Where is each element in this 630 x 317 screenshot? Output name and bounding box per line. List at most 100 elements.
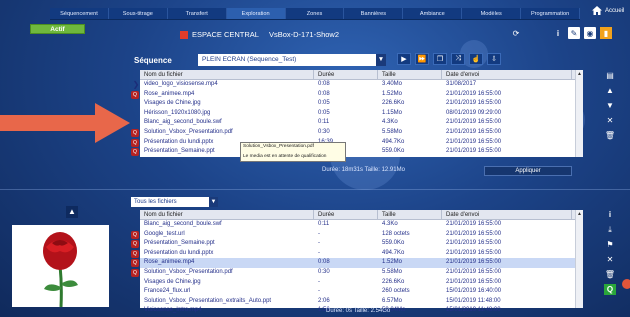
table-row[interactable]: Q Présentation du lundi.pptx - 494.7Ko 21/01… <box>131 249 583 259</box>
cell-date: 31/08/2017 <box>446 81 477 87</box>
pointer-icon[interactable]: ☝ <box>469 53 483 65</box>
camera-icon[interactable]: ◉ <box>584 27 596 39</box>
pending-qualification-icon: Q <box>131 138 139 147</box>
tooltip-filename: Solution_Vsbox_Presentation.pdf <box>243 144 314 149</box>
pointer-arrow-icon <box>0 103 130 143</box>
cell-size: 1.52Mo <box>382 90 403 97</box>
table-row[interactable]: Q Google_test.url - 128 octets 21/01/2019 16… <box>131 230 583 240</box>
edit-icon[interactable]: ✎ <box>568 27 580 39</box>
table-row[interactable]: Blanc_aig_second_boule.swf 0:11 4.3Ko 21/01… <box>140 118 583 128</box>
pending-qualification-icon: Q <box>131 230 139 239</box>
cell-name: Visages de Chine.jpg <box>144 100 201 107</box>
cell-duration: - <box>318 240 320 247</box>
trash-icon[interactable]: 🗑 <box>604 269 616 280</box>
cell-name: Hérisson_1920x1080.jpg <box>144 109 211 116</box>
tab-0[interactable]: Séquencement <box>50 8 109 19</box>
cell-size: 226.6Ko <box>382 278 405 285</box>
tab-3[interactable]: Exploration <box>226 8 286 19</box>
section-divider <box>0 189 630 190</box>
cell-duration: - <box>318 278 320 285</box>
download-icon[interactable]: ⇩ <box>487 53 501 65</box>
cell-name: Présentation_Semaine.ppt <box>144 240 215 247</box>
tab-6[interactable]: Ambiance <box>403 8 463 19</box>
pending-qualification-icon: Q <box>131 240 139 249</box>
move-up-icon[interactable]: ▲ <box>604 85 616 96</box>
current-item-icon: ❯ <box>132 80 140 89</box>
info-icon[interactable]: i <box>552 27 564 39</box>
remove-icon[interactable]: ✕ <box>604 254 616 265</box>
shuffle-icon[interactable]: ⤨ <box>451 53 465 65</box>
tab-8[interactable]: Programmation <box>521 8 581 19</box>
table-row[interactable]: Q Solution_Vsbox_Presentation.pdf 0:30 5.58… <box>131 268 583 278</box>
cell-name: Blanc_aig_second_boule.swf <box>144 119 222 126</box>
column-header-duration[interactable]: Durée <box>314 210 378 219</box>
column-header-duration[interactable]: Durée <box>314 70 378 79</box>
fast-forward-icon[interactable]: ⏩ <box>415 53 429 65</box>
cell-size: 4.3Ko <box>382 119 398 126</box>
refresh-icon[interactable]: ⟳ <box>510 27 522 39</box>
table-row[interactable]: Visages de Chine.jpg 0:05 226.6Ko 21/01/201… <box>140 99 583 109</box>
info-icon[interactable]: i <box>604 209 616 220</box>
cell-duration: 0:05 <box>318 100 330 107</box>
cell-duration: - <box>318 288 320 295</box>
tab-5[interactable]: Bannières <box>344 8 404 19</box>
table-row[interactable]: QPrésentation du lundi.pptx16:39494.7Ko2… <box>131 138 583 148</box>
cell-date: 21/01/2019 16:55:00 <box>446 259 502 266</box>
table-row[interactable]: Q Rose_animee.mp4 0:08 1.52Mo 21/01/2019 16:… <box>131 258 583 268</box>
qualify-icon[interactable]: Q <box>604 284 616 295</box>
decorative-ball <box>622 279 630 289</box>
table-row[interactable]: France24_flux.url - 260 octets 15/01/2019 1… <box>140 287 583 297</box>
media-preview <box>12 225 109 307</box>
apply-button[interactable]: Appliquer <box>484 166 572 176</box>
play-icon[interactable]: ▶ <box>397 53 411 65</box>
tab-4[interactable]: Zones <box>286 8 345 19</box>
cell-duration: 0:08 <box>318 81 330 87</box>
table-row[interactable]: Solution_Vsbox_Presentation_extraits_Aut… <box>140 297 583 307</box>
scroll-up-icon[interactable]: ▲ <box>576 210 583 218</box>
column-header-size[interactable]: Taille <box>378 70 442 79</box>
user-icon[interactable]: ▮ <box>600 27 612 39</box>
scrollbar[interactable]: ▲ <box>575 210 583 308</box>
cell-name: Visiosense_Intro.mp4 <box>144 307 202 314</box>
tab-2[interactable]: Transfert <box>168 8 227 19</box>
cell-date: 15/01/2019 16:40:00 <box>446 288 502 295</box>
remove-icon[interactable]: ✕ <box>604 115 616 126</box>
trash-icon[interactable]: 🗑 <box>604 130 616 141</box>
table-row[interactable]: QPrésentation_Semaine.ppt0:10559.0Ko21/0… <box>131 147 583 157</box>
scroll-up-icon[interactable]: ▲ <box>576 70 583 78</box>
table-row[interactable]: ❯ video_logo_visiosense.mp4 0:08 3.40Mo 31/0… <box>133 80 583 90</box>
screens-icon[interactable]: ❐ <box>433 53 447 65</box>
home-icon <box>592 6 602 15</box>
table-row[interactable]: Blanc_aig_second_boule.swf 0:11 4.3Ko 21/01… <box>140 220 583 230</box>
filter-selected-value: Tous les fichiers <box>134 199 177 205</box>
save-icon[interactable]: ▤ <box>604 70 616 81</box>
tab-1[interactable]: Sous-titrage <box>109 8 168 19</box>
column-header-name[interactable]: Nom du fichier <box>140 210 314 219</box>
table-row[interactable]: Hérisson_1920x1080.jpg 0:05 1.15Mo 08/01/20… <box>140 109 583 119</box>
table-row[interactable]: Visages de Chine.jpg - 226.6Ko 21/01/2019 1… <box>140 278 583 288</box>
tab-7[interactable]: Modèles <box>462 8 522 19</box>
flag-icon[interactable]: ⚑ <box>604 239 616 250</box>
pending-qualification-icon: Q <box>131 268 139 277</box>
cell-size: 5.58Mo <box>382 268 403 275</box>
sequence-select[interactable]: PLEIN ECRAN (Sequence_Test) ▼ <box>198 54 386 66</box>
cell-size: 128 octets <box>382 230 410 237</box>
move-down-icon[interactable]: ▼ <box>604 100 616 111</box>
file-filter-select[interactable]: Tous les fichiers ▼ <box>131 197 218 207</box>
home-label: Accueil <box>605 7 625 14</box>
download-icon[interactable]: ⤓ <box>604 224 616 235</box>
home-link[interactable]: Accueil <box>592 6 624 15</box>
column-header-size[interactable]: Taille <box>378 210 442 219</box>
table-row[interactable]: Q Présentation_Semaine.ppt - 559.0Ko 21/01/2… <box>131 239 583 249</box>
cell-date: 21/01/2019 16:55:00 <box>446 230 502 237</box>
cell-date: 08/01/2019 09:29:00 <box>446 109 502 116</box>
column-header-date[interactable]: Date d'envoi <box>442 210 572 219</box>
table-row[interactable]: Q Rose_animee.mp4 0:08 1.52Mo 21/01/2019 16:… <box>131 90 583 100</box>
cell-name: Rose_animee.mp4 <box>144 259 195 266</box>
table-row[interactable]: Q Solution_Vsbox_Presentation.pdf 0:30 5.58… <box>131 128 583 138</box>
column-header-date[interactable]: Date d'envoi <box>442 70 572 79</box>
scrollbar[interactable]: ▲ <box>575 70 583 157</box>
top-navigation: Séquencement Sous-titrage Transfert Explora… <box>50 8 581 20</box>
column-header-name[interactable]: Nom du fichier <box>140 70 314 79</box>
add-to-sequence-button[interactable]: ▲ <box>66 206 78 218</box>
